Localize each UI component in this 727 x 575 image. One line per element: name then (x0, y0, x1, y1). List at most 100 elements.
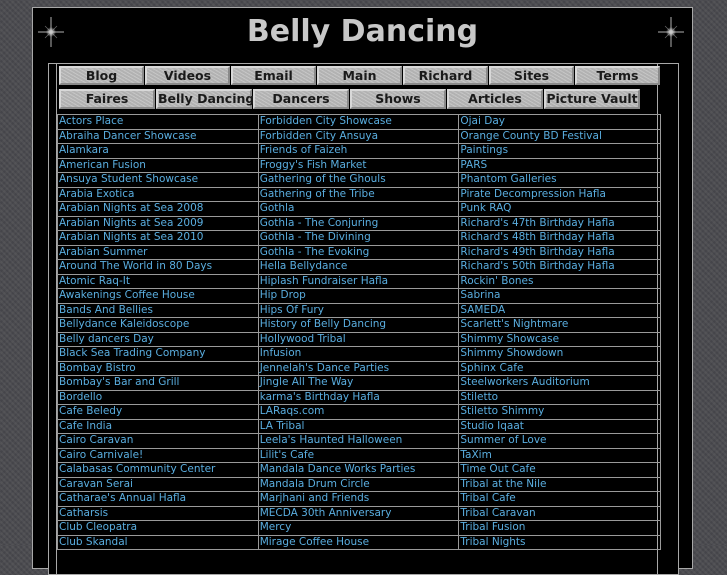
venue-link[interactable]: Sphinx Cafe (460, 362, 523, 374)
venue-link[interactable]: Tribal at the Nile (460, 478, 546, 490)
venue-link[interactable]: Tribal Cafe (460, 492, 515, 504)
venue-link[interactable]: Belly dancers Day (59, 333, 154, 345)
venue-link[interactable]: Forbidden City Showcase (260, 115, 392, 127)
venue-link[interactable]: Tribal Nights (460, 536, 525, 548)
nav-button-belly-dancing[interactable]: Belly Dancing (156, 89, 254, 109)
venue-link[interactable]: Atomic Raq-It (59, 275, 130, 287)
venue-link[interactable]: Richard's 48th Birthday Hafla (460, 231, 614, 243)
venue-link[interactable]: Stiletto Shimmy (460, 405, 544, 417)
nav-button-faires[interactable]: Faires (59, 89, 155, 109)
venue-link[interactable]: Hips Of Fury (260, 304, 324, 316)
venue-link[interactable]: Marjhani and Friends (260, 492, 370, 504)
venue-link[interactable]: Mandala Dance Works Parties (260, 463, 416, 475)
venue-link[interactable]: Infusion (260, 347, 302, 359)
venue-link[interactable]: LA Tribal (260, 420, 305, 432)
venue-link[interactable]: Stiletto (460, 391, 498, 403)
venue-link[interactable]: TaXim (460, 449, 491, 461)
venue-link[interactable]: SAMEDA (460, 304, 505, 316)
venue-link[interactable]: Mandala Drum Circle (260, 478, 370, 490)
venue-link[interactable]: Catharsis (59, 507, 108, 519)
venue-link[interactable]: Gothla - The Conjuring (260, 217, 379, 229)
nav-button-shows[interactable]: Shows (350, 89, 446, 109)
venue-link[interactable]: Calabasas Community Center (59, 463, 215, 475)
venue-link[interactable]: Abraiha Dancer Showcase (59, 130, 196, 142)
venue-link[interactable]: Hella Bellydance (260, 260, 348, 272)
venue-link[interactable]: Club Cleopatra (59, 521, 137, 533)
venue-link[interactable]: Arabian Nights at Sea 2009 (59, 217, 203, 229)
venue-link[interactable]: Actors Place (59, 115, 123, 127)
venue-link[interactable]: Steelworkers Auditorium (460, 376, 589, 388)
venue-link[interactable]: Summer of Love (460, 434, 546, 446)
venue-link[interactable]: Club Skandal (59, 536, 128, 548)
venue-link[interactable]: Friends of Faizeh (260, 144, 348, 156)
venue-link[interactable]: Sabrina (460, 289, 500, 301)
venue-link[interactable]: Caravan Serai (59, 478, 133, 490)
venue-link[interactable]: Hollywood Tribal (260, 333, 346, 345)
venue-link[interactable]: Phantom Galleries (460, 173, 556, 185)
nav-button-dancers[interactable]: Dancers (253, 89, 349, 109)
venue-link[interactable]: Arabian Nights at Sea 2008 (59, 202, 203, 214)
venue-link[interactable]: Jennelah's Dance Parties (260, 362, 389, 374)
nav-button-articles[interactable]: Articles (447, 89, 543, 109)
venue-link[interactable]: Cafe India (59, 420, 112, 432)
venue-link[interactable]: Orange County BD Festival (460, 130, 602, 142)
venue-link[interactable]: Richard's 49th Birthday Hafla (460, 246, 614, 258)
venue-link[interactable]: Hiplash Fundraiser Hafla (260, 275, 388, 287)
venue-link[interactable]: Gothla - The Evoking (260, 246, 370, 258)
venue-link[interactable]: Arabia Exotica (59, 188, 134, 200)
venue-link[interactable]: History of Belly Dancing (260, 318, 386, 330)
venue-link[interactable]: Alamkara (59, 144, 109, 156)
venue-link[interactable]: karma's Birthday Hafla (260, 391, 380, 403)
venue-link[interactable]: Ojai Day (460, 115, 505, 127)
venue-link[interactable]: Bellydance Kaleidoscope (59, 318, 189, 330)
venue-link[interactable]: Studio Iqaat (460, 420, 524, 432)
venue-link[interactable]: Catharae's Annual Hafla (59, 492, 186, 504)
venue-link[interactable]: Richard's 47th Birthday Hafla (460, 217, 614, 229)
nav-button-terms[interactable]: Terms (575, 66, 660, 85)
venue-link[interactable]: Tribal Caravan (460, 507, 535, 519)
venue-link[interactable]: American Fusion (59, 159, 146, 171)
venue-link[interactable]: Time Out Cafe (460, 463, 535, 475)
venue-link[interactable]: Arabian Nights at Sea 2010 (59, 231, 203, 243)
venue-link[interactable]: Punk RAQ (460, 202, 511, 214)
venue-link[interactable]: Froggy's Fish Market (260, 159, 367, 171)
venue-link[interactable]: Paintings (460, 144, 508, 156)
venue-link[interactable]: Pirate Decompression Hafla (460, 188, 606, 200)
venue-link[interactable]: Awakenings Coffee House (59, 289, 195, 301)
venue-link[interactable]: Shimmy Showcase (460, 333, 559, 345)
venue-link[interactable]: Cairo Carnivale! (59, 449, 143, 461)
venue-link[interactable]: Leela's Haunted Halloween (260, 434, 403, 446)
venue-link[interactable]: Black Sea Trading Company (59, 347, 205, 359)
venue-link[interactable]: Lilit's Cafe (260, 449, 314, 461)
venue-link[interactable]: Gothla (260, 202, 295, 214)
venue-link[interactable]: MECDA 30th Anniversary (260, 507, 392, 519)
nav-button-videos[interactable]: Videos (145, 66, 230, 85)
venue-link[interactable]: Ansuya Student Showcase (59, 173, 198, 185)
venue-link[interactable]: Jingle All The Way (260, 376, 354, 388)
venue-link[interactable]: Shimmy Showdown (460, 347, 563, 359)
venue-link[interactable]: Arabian Summer (59, 246, 148, 258)
venue-link[interactable]: Rockin' Bones (460, 275, 533, 287)
venue-link[interactable]: Bordello (59, 391, 102, 403)
venue-link[interactable]: Forbidden City Ansuya (260, 130, 378, 142)
venue-link[interactable]: Tribal Fusion (460, 521, 525, 533)
venue-link[interactable]: Bands And Bellies (59, 304, 153, 316)
venue-link[interactable]: LARaqs.com (260, 405, 325, 417)
nav-button-blog[interactable]: Blog (59, 66, 144, 85)
venue-link[interactable]: Gathering of the Tribe (260, 188, 375, 200)
venue-link[interactable]: Cafe Beledy (59, 405, 122, 417)
venue-link[interactable]: Gothla - The Divining (260, 231, 371, 243)
nav-button-picture-vault[interactable]: Picture Vault (544, 89, 640, 109)
venue-link[interactable]: Hip Drop (260, 289, 306, 301)
venue-link[interactable]: Richard's 50th Birthday Hafla (460, 260, 614, 272)
nav-button-main[interactable]: Main (317, 66, 402, 85)
venue-link[interactable]: Cairo Caravan (59, 434, 133, 446)
venue-link[interactable]: Mirage Coffee House (260, 536, 369, 548)
nav-button-sites[interactable]: Sites (489, 66, 574, 85)
venue-link[interactable]: Bombay's Bar and Grill (59, 376, 179, 388)
venue-link[interactable]: Mercy (260, 521, 292, 533)
venue-link[interactable]: PARS (460, 159, 487, 171)
venue-link[interactable]: Around The World in 80 Days (59, 260, 212, 272)
venue-link[interactable]: Gathering of the Ghouls (260, 173, 386, 185)
nav-button-email[interactable]: Email (231, 66, 316, 85)
